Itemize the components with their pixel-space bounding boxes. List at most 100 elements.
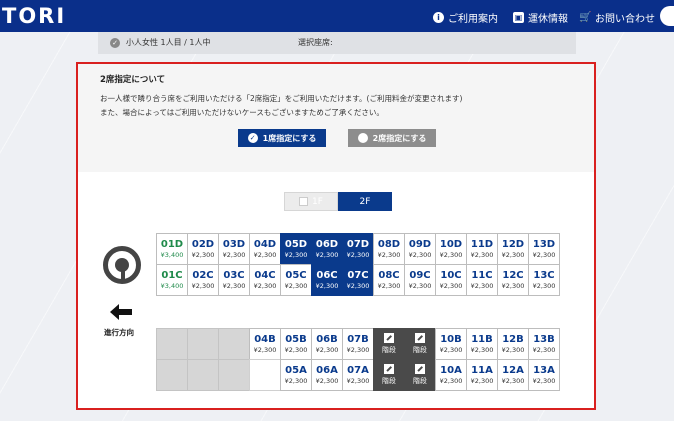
seat-06c: 06C ¥2,300 (311, 264, 343, 296)
notice-text-1: お一人様で隣り合う席をご利用いただける「2席指定」をご利用いただけます。(ご利用… (100, 94, 463, 103)
seat-02d[interactable]: 02D ¥2,300 (187, 233, 219, 265)
seat-13c[interactable]: 13C ¥2,300 (528, 264, 560, 296)
check-icon: ✓ (247, 133, 258, 143)
seat-code: 13C (533, 269, 555, 281)
direction-label: 進行方向 (104, 328, 134, 337)
seat-code: 03D (222, 238, 246, 250)
seat-price: ¥3,400 (160, 281, 184, 290)
double-seat-label: 2席指定にする (372, 133, 427, 143)
bus-icon: ▣ (513, 11, 524, 23)
seat-06a[interactable]: 06A ¥2,300 (311, 359, 343, 391)
nav-guide[interactable]: i ご利用案内 (433, 10, 498, 25)
tab-floor-2f[interactable]: 2F (338, 192, 392, 211)
seat-07a[interactable]: 07A ¥2,300 (342, 359, 374, 391)
nav-suspension[interactable]: ▣ 運休情報 (513, 10, 568, 25)
seat-code: 02C (192, 269, 214, 281)
cart-icon: 🛒 (579, 11, 592, 23)
seat-13b[interactable]: 13B ¥2,300 (528, 328, 560, 360)
seat-12b[interactable]: 12B ¥2,300 (497, 328, 529, 360)
seat-12d[interactable]: 12D ¥2,300 (497, 233, 529, 265)
seat-10a[interactable]: 10A ¥2,300 (435, 359, 467, 391)
seat-10c[interactable]: 10C ¥2,300 (435, 264, 467, 296)
seat-06b[interactable]: 06B ¥2,300 (311, 328, 343, 360)
seat-10d[interactable]: 10D ¥2,300 (435, 233, 467, 265)
steering-wheel-icon (103, 246, 141, 284)
seat-11b[interactable]: 11B ¥2,300 (466, 328, 498, 360)
tab-floor-2f-label: 2F (359, 196, 371, 207)
unavailable-cell (218, 328, 250, 360)
seat-price: ¥2,300 (222, 281, 246, 290)
tab-floor-1f[interactable]: 1F (284, 192, 338, 211)
seat-price: ¥2,300 (532, 281, 556, 290)
seat-13d[interactable]: 13D ¥2,300 (528, 233, 560, 265)
selected-seat-label: 選択座席: (298, 38, 333, 47)
stairs-icon (415, 333, 425, 343)
seat-10b[interactable]: 10B ¥2,300 (435, 328, 467, 360)
single-seat-label: 1席指定にする (262, 133, 317, 143)
check-icon: ✓ (110, 38, 120, 48)
seat-04b[interactable]: 04B ¥2,300 (249, 328, 281, 360)
seat-code: 12B (502, 333, 524, 345)
seat-price: ¥2,300 (284, 281, 308, 290)
seat-price: ¥2,300 (470, 376, 494, 385)
seat-price: ¥3,400 (160, 250, 184, 259)
passenger-strip: ✓ 小人女性 1人目 / 1人中 選択座席: (98, 32, 576, 54)
seat-price: ¥2,300 (315, 345, 339, 354)
header-toggle[interactable] (660, 6, 674, 26)
steering-spoke (121, 270, 125, 280)
seat-03d[interactable]: 03D ¥2,300 (218, 233, 250, 265)
seat-03c[interactable]: 03C ¥2,300 (218, 264, 250, 296)
double-seat-button[interactable]: 2席指定にする (348, 129, 436, 147)
nav-guide-label: ご利用案内 (448, 13, 498, 25)
seat-01c[interactable]: 01C ¥3,400 (156, 264, 188, 296)
stairs-cell: 階段 (373, 359, 405, 391)
seat-07d: 07D ¥2,300 (342, 233, 374, 265)
seat-code: 10D (439, 238, 463, 250)
double-seat-notice: 2席指定について お一人様で隣り合う席をご利用いただける「2席指定」をご利用いた… (78, 64, 594, 172)
unavailable-cell (156, 359, 188, 391)
seat-code: 07C (347, 269, 369, 281)
seat-code: 11D (470, 238, 494, 250)
seat-08c[interactable]: 08C ¥2,300 (373, 264, 405, 296)
seat-09c[interactable]: 09C ¥2,300 (404, 264, 436, 296)
seat-01d[interactable]: 01D ¥3,400 (156, 233, 188, 265)
seat-price: ¥2,300 (222, 250, 246, 259)
site-header: TORI i ご利用案内 ▣ 運休情報 🛒 お問い合わせ (0, 0, 674, 32)
seat-code: 05B (285, 333, 307, 345)
seat-04c[interactable]: 04C ¥2,300 (249, 264, 281, 296)
seat-11d[interactable]: 11D ¥2,300 (466, 233, 498, 265)
unavailable-cell (156, 328, 188, 360)
seat-07c: 07C ¥2,300 (342, 264, 374, 296)
seat-price: ¥2,300 (253, 281, 277, 290)
radio-icon (357, 133, 368, 143)
seat-price: ¥2,300 (470, 345, 494, 354)
seat-code: 06D (315, 238, 339, 250)
site-logo[interactable]: TORI (2, 4, 66, 28)
seat-12a[interactable]: 12A ¥2,300 (497, 359, 529, 391)
nav-contact-label: お問い合わせ (595, 13, 655, 25)
seat-05c[interactable]: 05C ¥2,300 (280, 264, 312, 296)
seat-09d[interactable]: 09D ¥2,300 (404, 233, 436, 265)
seat-05a[interactable]: 05A ¥2,300 (280, 359, 312, 391)
seat-code: 08D (377, 238, 401, 250)
seat-05b[interactable]: 05B ¥2,300 (280, 328, 312, 360)
seat-04d[interactable]: 04D ¥2,300 (249, 233, 281, 265)
seat-02c[interactable]: 02C ¥2,300 (187, 264, 219, 296)
unavailable-cell (218, 359, 250, 391)
seat-08d[interactable]: 08D ¥2,300 (373, 233, 405, 265)
notice-title: 2席指定について (100, 75, 166, 85)
seat-code: 04C (254, 269, 276, 281)
unavailable-cell (249, 359, 281, 391)
seat-price: ¥2,300 (315, 376, 339, 385)
seat-13a[interactable]: 13A ¥2,300 (528, 359, 560, 391)
stairs-cell: 階段 (404, 328, 436, 360)
nav-contact[interactable]: 🛒 お問い合わせ (579, 10, 655, 25)
seat-code: 07D (346, 238, 370, 250)
seat-07b[interactable]: 07B ¥2,300 (342, 328, 374, 360)
seat-12c[interactable]: 12C ¥2,300 (497, 264, 529, 296)
seat-11a[interactable]: 11A ¥2,300 (466, 359, 498, 391)
single-seat-button[interactable]: ✓ 1席指定にする (238, 129, 326, 147)
seat-price: ¥2,300 (253, 250, 277, 259)
seat-11c[interactable]: 11C ¥2,300 (466, 264, 498, 296)
seat-price: ¥2,300 (501, 345, 525, 354)
